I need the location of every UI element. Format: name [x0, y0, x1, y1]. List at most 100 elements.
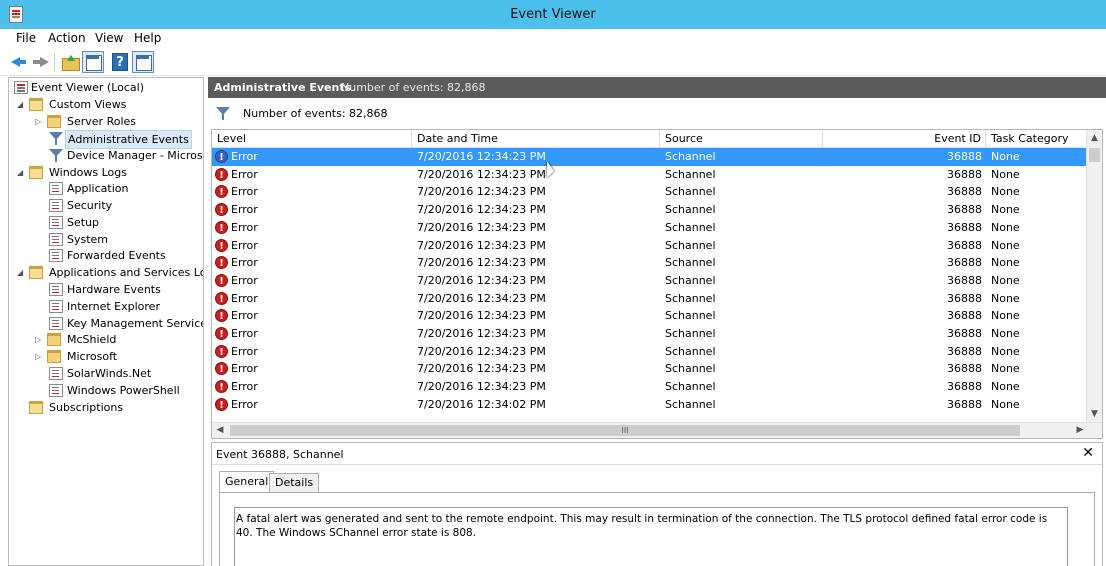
column-header-level[interactable]: Level	[212, 130, 412, 148]
event-viewer-icon	[14, 81, 28, 94]
cell-date-time: 7/20/2016 12:34:23 PM	[417, 327, 546, 340]
cell-level: Error	[231, 256, 258, 270]
cell-date-time: 7/20/2016 12:34:23 PM	[417, 362, 546, 376]
cell-task-category: None	[991, 309, 1020, 323]
tree-label: Application	[67, 182, 129, 195]
cell-source: Schannel	[665, 344, 716, 358]
cell-date-time: 7/20/2016 12:34:23 PM	[417, 203, 546, 217]
events-grid: Level Date and Time Source Event ID Task…	[211, 129, 1103, 439]
menu-action[interactable]: Action	[48, 31, 86, 45]
collapsed-arrow-icon[interactable]: ▷	[35, 113, 44, 130]
collapsed-arrow-icon[interactable]: ▷	[35, 331, 44, 348]
table-row[interactable]: Error 7/20/2016 12:34:23 PM Schannel 36888 N…	[212, 272, 1088, 290]
table-row[interactable]: Error 7/20/2016 12:34:23 PM Schannel 36888 N…	[212, 378, 1088, 396]
forward-icon[interactable]	[29, 51, 51, 73]
show-hide-console-tree-icon[interactable]	[82, 51, 104, 73]
cell-task-category: None	[991, 291, 1020, 305]
log-icon	[49, 367, 63, 380]
horizontal-scrollbar[interactable]: ◀ III ▶	[212, 422, 1102, 438]
filter-icon	[49, 132, 63, 145]
table-row[interactable]: Error 7/20/2016 12:34:23 PM Schannel 36888 N…	[212, 290, 1088, 308]
tree-label: Device Manager - Microsoft	[67, 149, 204, 162]
cell-level: Error	[231, 309, 258, 323]
cell-task-category: None	[991, 167, 1020, 181]
log-icon	[49, 216, 63, 229]
folder-open-icon	[29, 266, 43, 279]
cell-event-id: 36888	[947, 309, 982, 323]
vertical-scroll-thumb[interactable]	[1089, 148, 1100, 162]
table-row[interactable]: Error 7/20/2016 12:34:02 PM Schannel 36888 N…	[212, 396, 1088, 414]
cell-date-time: 7/20/2016 12:34:23 PM	[417, 273, 546, 287]
scroll-down-icon[interactable]: ▼	[1087, 406, 1102, 422]
show-hide-action-pane-icon[interactable]	[132, 51, 154, 73]
table-row[interactable]: Error 7/20/2016 12:34:23 PM Schannel 36888 N…	[212, 183, 1088, 201]
cell-task-category: None	[991, 344, 1020, 358]
menu-file[interactable]: File	[16, 31, 36, 45]
cell-level: Error	[231, 220, 258, 234]
filter-bar: Number of events: 82,868	[208, 104, 1106, 124]
cell-source: Schannel	[665, 397, 716, 411]
event-description: A fatal alert was generated and sent to …	[234, 507, 1068, 566]
table-row[interactable]: Error 7/20/2016 12:34:23 PM Schannel 36888 N…	[212, 237, 1088, 255]
expanded-arrow-icon[interactable]: ◢	[17, 164, 26, 181]
column-header-event-id[interactable]: Event ID	[823, 130, 986, 148]
help-icon[interactable]: ?	[112, 53, 128, 71]
grid-header: Level Date and Time Source Event ID Task…	[212, 130, 1088, 148]
cell-source: Schannel	[665, 380, 716, 394]
cell-event-id: 36888	[947, 291, 982, 305]
collapsed-arrow-icon[interactable]: ▷	[35, 348, 44, 365]
log-icon	[49, 249, 63, 262]
tab-details[interactable]: Details	[269, 473, 320, 493]
column-header-source[interactable]: Source	[660, 130, 823, 148]
back-icon[interactable]	[8, 51, 30, 73]
cell-event-id: 36888	[947, 150, 982, 163]
menu-help[interactable]: Help	[134, 31, 161, 45]
error-icon	[215, 308, 228, 325]
column-header-date-time[interactable]: Date and Time	[412, 130, 660, 148]
table-row[interactable]: Error 7/20/2016 12:34:23 PM Schannel 36888 N…	[212, 166, 1088, 184]
up-folder-icon[interactable]	[59, 51, 81, 73]
cell-task-category: None	[991, 238, 1020, 252]
expanded-arrow-icon[interactable]: ◢	[17, 264, 26, 281]
tree-label: Event Viewer (Local)	[31, 81, 144, 94]
scroll-up-icon[interactable]: ▲	[1087, 130, 1102, 146]
cell-source: Schannel	[665, 256, 716, 270]
column-header-task-category[interactable]: Task Category	[986, 130, 1088, 148]
table-row[interactable]: Error 7/20/2016 12:34:23 PM Schannel 36888 N…	[212, 201, 1088, 219]
table-row[interactable]: Error 7/20/2016 12:34:23 PM Schannel 36888 N…	[212, 219, 1088, 237]
tree-label: Hardware Events	[67, 283, 161, 296]
folder-open-icon	[29, 98, 43, 111]
menu-view[interactable]: View	[95, 31, 123, 45]
menu-bar: File Action View Help	[0, 29, 1106, 48]
scroll-left-icon[interactable]: ◀	[212, 423, 228, 438]
tab-general[interactable]: General	[219, 471, 275, 493]
cell-date-time: 7/20/2016 12:34:23 PM	[417, 309, 546, 323]
log-icon	[49, 317, 63, 330]
error-icon	[215, 184, 228, 201]
tree-label: Custom Views	[49, 98, 127, 111]
horizontal-scroll-thumb[interactable]: III	[230, 425, 1020, 436]
cell-date-time: 7/20/2016 12:34:23 PM	[417, 185, 546, 199]
table-row[interactable]: Error 7/20/2016 12:34:23 PM Schannel 36888 N…	[212, 254, 1088, 272]
table-row[interactable]: Error 7/20/2016 12:34:23 PM Schannel 36888 N…	[212, 343, 1088, 361]
cell-level: Error	[231, 185, 258, 199]
cell-date-time: 7/20/2016 12:34:23 PM	[417, 220, 546, 234]
tree-label: Microsoft	[67, 350, 118, 363]
cell-event-id: 36888	[947, 380, 982, 394]
vertical-scrollbar[interactable]: ▲ ▼	[1086, 130, 1102, 422]
scroll-right-icon[interactable]: ▶	[1072, 423, 1088, 438]
expanded-arrow-icon[interactable]: ◢	[17, 96, 26, 113]
folder-icon	[47, 333, 61, 346]
cell-source: Schannel	[665, 362, 716, 376]
cell-event-id: 36888	[947, 203, 982, 217]
cell-source: Schannel	[665, 291, 716, 305]
table-row[interactable]: Error 7/20/2016 12:34:23 PM Schannel 36888 N…	[212, 307, 1088, 325]
cell-source: Schannel	[665, 327, 716, 340]
panel-header: Administrative Events Number of events: …	[208, 77, 1106, 98]
cell-event-id: 36888	[947, 327, 982, 340]
table-row[interactable]: Error 7/20/2016 12:34:23 PM Schannel 36888 N…	[212, 360, 1088, 378]
panel-title: Administrative Events	[214, 81, 352, 94]
table-row[interactable]: Error 7/20/2016 12:34:23 PM Schannel 36888 N…	[212, 148, 1088, 166]
table-row[interactable]: Error 7/20/2016 12:34:23 PM Schannel 36888 N…	[212, 325, 1088, 343]
close-icon[interactable]: ✕	[1082, 445, 1094, 461]
